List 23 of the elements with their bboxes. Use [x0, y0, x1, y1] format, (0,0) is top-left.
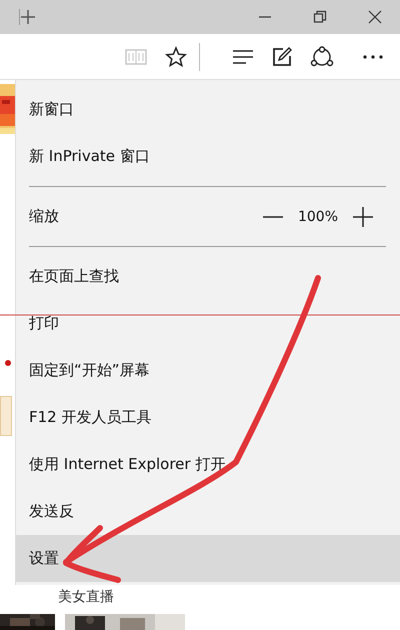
menu-item[interactable]: 使用 Internet Explorer 打开	[16, 441, 400, 488]
zoom-label: 缩放	[29, 207, 60, 226]
menu-item[interactable]: 固定到“开始”屏幕	[16, 347, 400, 394]
zoom-value: 100%	[298, 208, 338, 224]
menu-item[interactable]: 在页面上查找	[16, 253, 400, 300]
pen-square-icon[interactable]	[272, 46, 292, 66]
tag-shape	[0, 396, 12, 436]
bullet-dot	[5, 360, 11, 366]
share-icon[interactable]	[310, 46, 334, 68]
menu-item[interactable]: F12 开发人员工具	[16, 394, 400, 441]
restore-icon[interactable]	[313, 10, 327, 24]
menu-item[interactable]: 打印	[16, 300, 400, 347]
hub-icon[interactable]	[232, 48, 254, 64]
menu-item[interactable]: 设置	[16, 535, 400, 582]
star-icon[interactable]	[165, 46, 187, 68]
more-icon[interactable]	[362, 54, 384, 60]
category-link[interactable]: 美女直播	[58, 588, 114, 606]
menu-item[interactable]: 新 InPrivate 窗口	[16, 133, 400, 180]
close-icon[interactable]	[368, 10, 382, 24]
menu-item[interactable]: 发送反	[16, 488, 400, 535]
zoom-in-icon[interactable]	[352, 206, 374, 228]
menu-item[interactable]: 新窗口	[16, 86, 400, 133]
new-tab-icon[interactable]	[19, 9, 36, 25]
